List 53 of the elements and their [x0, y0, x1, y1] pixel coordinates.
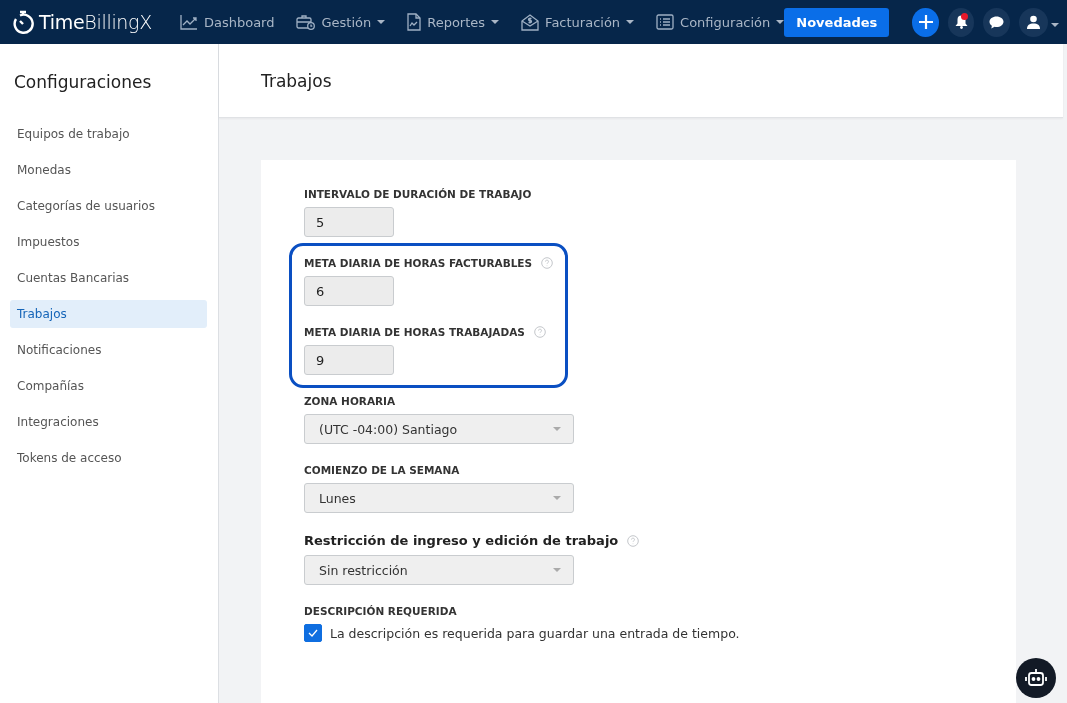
sidebar-title: Configuraciones: [14, 72, 153, 92]
field-label: META DIARIA DE HORAS TRABAJADAS: [304, 326, 525, 338]
sidebar-item[interactable]: Monedas: [10, 156, 207, 184]
checkbox-label: La descripción es requerida para guardar una entrada de tiempo.: [330, 625, 740, 641]
stopwatch-icon: [12, 10, 34, 34]
chart-icon: [179, 14, 198, 30]
dropdown-select[interactable]: Sin restricción: [304, 555, 574, 585]
sidebar-item[interactable]: Categorías de usuarios: [10, 192, 207, 220]
number-input[interactable]: 9: [304, 345, 394, 375]
field-label: COMIENZO DE LA SEMANA: [304, 464, 460, 476]
list-icon: [656, 14, 675, 30]
plus-icon: [918, 15, 933, 29]
add-button[interactable]: [912, 7, 939, 37]
chat-bubble-icon: [989, 15, 1005, 29]
document-icon: [407, 13, 422, 31]
sidebar-item[interactable]: Integraciones: [10, 408, 207, 436]
app-logo[interactable]: TimeBillingX: [39, 11, 152, 33]
nav-menu-item[interactable]: Facturación: [521, 13, 635, 31]
sidebar-item[interactable]: Trabajos: [10, 300, 207, 328]
news-button[interactable]: Novedades: [784, 7, 890, 37]
chatbot-button[interactable]: [1016, 658, 1056, 698]
user-menu-button[interactable]: [1019, 7, 1059, 37]
notifications-button[interactable]: [947, 7, 975, 37]
page-title: Trabajos: [261, 70, 332, 91]
checkbox[interactable]: [304, 624, 322, 642]
nav-menu-item[interactable]: Configuración: [656, 13, 785, 31]
envelope-dollar-icon: [521, 13, 540, 31]
sidebar-item[interactable]: Compañías: [10, 372, 207, 400]
field-label: META DIARIA DE HORAS FACTURABLES: [304, 257, 533, 269]
briefcase-clock-icon: [296, 14, 316, 30]
caret-icon: [553, 496, 561, 500]
sidebar-item[interactable]: Impuestos: [10, 228, 207, 256]
checkmark-icon: [308, 629, 318, 637]
field-label: Restricción de ingreso y edición de trabajo: [304, 533, 619, 548]
caret-icon: [553, 568, 561, 572]
field-label: INTERVALO DE DURACIÓN DE TRABAJO: [304, 188, 532, 200]
dropdown-select[interactable]: (UTC -04:00) Santiago: [304, 414, 574, 444]
nav-menu-item[interactable]: Dashboard: [179, 13, 275, 31]
field-label: ZONA HORARIA: [304, 395, 396, 407]
chat-button[interactable]: [983, 7, 1010, 37]
sidebar-item[interactable]: Equipos de trabajo: [10, 120, 207, 148]
sidebar-item[interactable]: Notificaciones: [10, 336, 207, 364]
user-icon: [1027, 15, 1040, 29]
robot-icon: [1024, 668, 1048, 688]
nav-menu-item[interactable]: Reportes: [407, 13, 500, 31]
sidebar-item[interactable]: Tokens de acceso: [10, 444, 207, 472]
dropdown-select[interactable]: Lunes: [304, 483, 574, 513]
nav-menu-item[interactable]: Gestión: [296, 13, 386, 31]
field-label: DESCRIPCIÓN REQUERIDA: [304, 605, 457, 617]
sidebar-item[interactable]: Cuentas Bancarias: [10, 264, 207, 292]
number-input[interactable]: 6: [304, 276, 394, 306]
number-input[interactable]: 5: [304, 207, 394, 237]
caret-icon: [553, 427, 561, 431]
